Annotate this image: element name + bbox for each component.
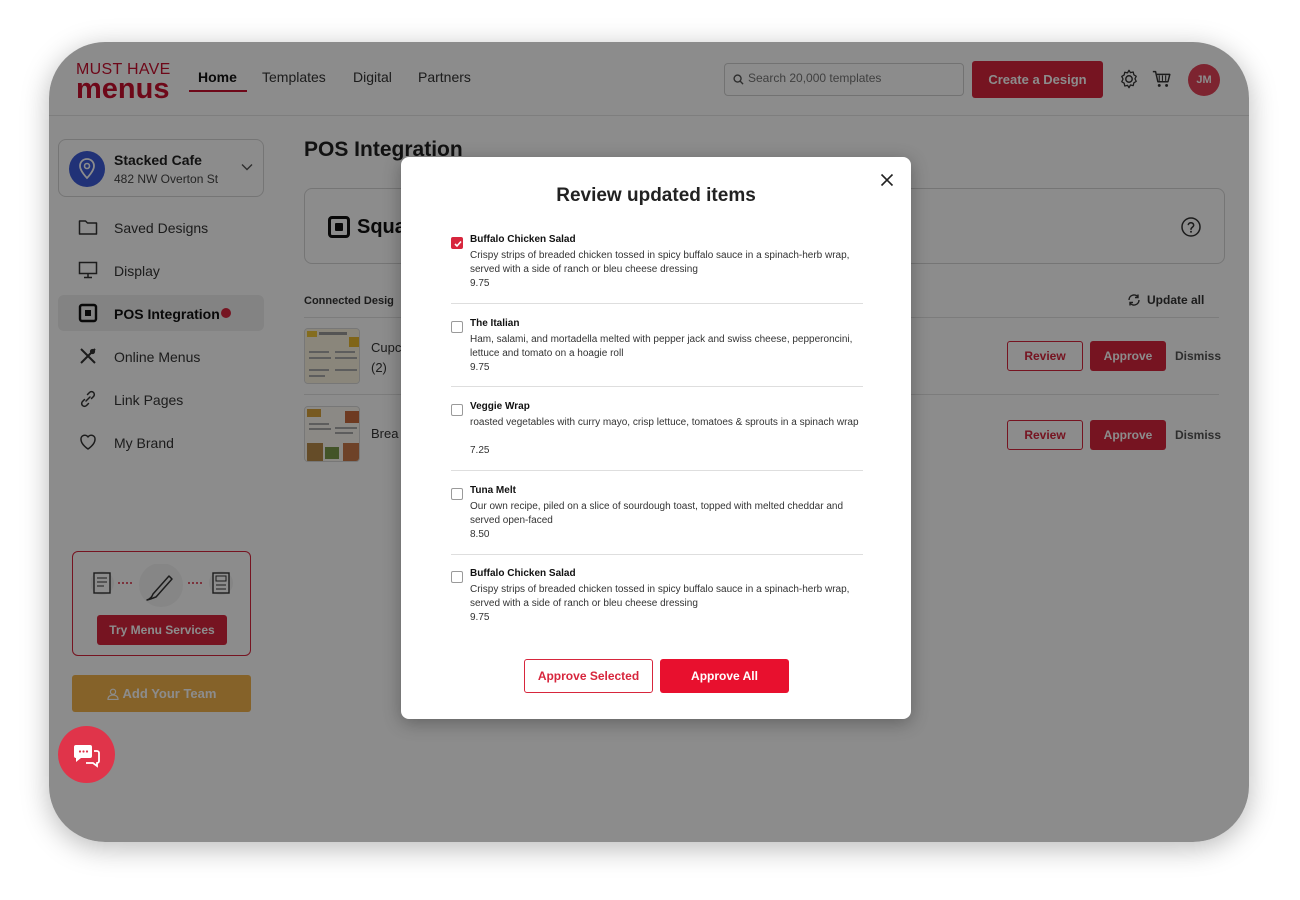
- approve-all-button[interactable]: Approve All: [660, 659, 789, 693]
- checkmark-icon: [454, 240, 462, 248]
- item-name: Buffalo Chicken Salad: [470, 568, 576, 579]
- item-checkbox[interactable]: [451, 404, 463, 416]
- item-price: 7.25: [470, 445, 490, 456]
- item-description: Ham, salami, and mortadella melted with …: [470, 334, 853, 359]
- close-icon[interactable]: [880, 173, 894, 187]
- item-checkbox[interactable]: [451, 571, 463, 583]
- item-name: Veggie Wrap: [470, 401, 530, 412]
- divider: [451, 386, 863, 387]
- item-description: Crispy strips of breaded chicken tossed …: [470, 584, 850, 609]
- chat-icon: [74, 745, 100, 768]
- item-price: 9.75: [470, 278, 490, 289]
- item-price: 9.75: [470, 612, 490, 623]
- divider: [451, 470, 863, 471]
- item-price: 9.75: [470, 362, 490, 373]
- item-checkbox[interactable]: [451, 488, 463, 500]
- item-checkbox[interactable]: [451, 237, 463, 249]
- item-price: 8.50: [470, 529, 490, 540]
- chat-button[interactable]: [58, 726, 115, 783]
- modal-title: Review updated items: [556, 185, 756, 206]
- item-checkbox[interactable]: [451, 321, 463, 333]
- item-description: roasted vegetables with curry mayo, cris…: [470, 417, 859, 428]
- divider: [451, 303, 863, 304]
- item-name: Tuna Melt: [470, 485, 516, 496]
- item-name: The Italian: [470, 318, 520, 329]
- divider: [451, 554, 863, 555]
- app-background: MUST HAVE menus Home Templates Digital P…: [49, 42, 1249, 842]
- item-description: Our own recipe, piled on a slice of sour…: [470, 501, 844, 526]
- review-items-modal: Review updated items Buffalo Chicken Sal…: [401, 157, 911, 719]
- item-description: Crispy strips of breaded chicken tossed …: [470, 250, 850, 275]
- app-window: MUST HAVE menus Home Templates Digital P…: [49, 42, 1249, 842]
- approve-selected-button[interactable]: Approve Selected: [524, 659, 653, 693]
- item-name: Buffalo Chicken Salad: [470, 234, 576, 245]
